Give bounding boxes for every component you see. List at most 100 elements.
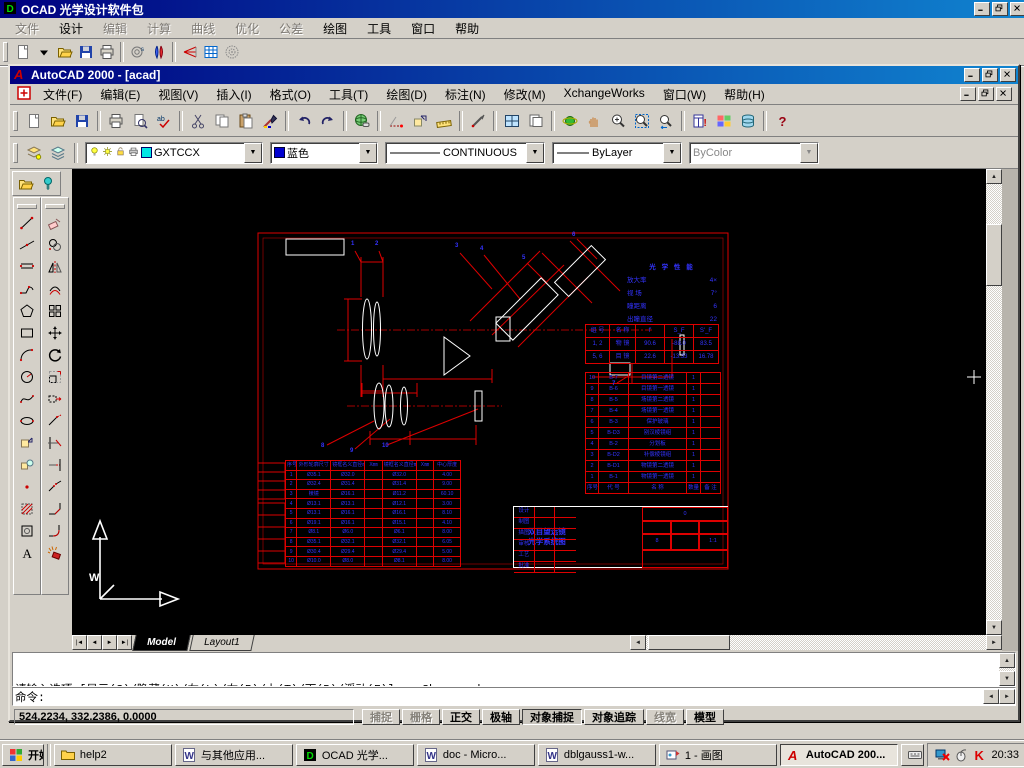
ocad-menu-item[interactable]: 优化	[226, 18, 268, 39]
lineweight-dropdown-arrow[interactable]: ▼	[663, 143, 681, 163]
xline-button[interactable]	[16, 234, 38, 256]
zoomprev-button[interactable]	[654, 109, 678, 133]
open-button[interactable]	[54, 42, 75, 63]
ocad-menu-item[interactable]: 帮助	[446, 18, 488, 39]
insert-block-button[interactable]	[16, 432, 38, 454]
fillet-button[interactable]	[44, 520, 66, 542]
ocad-menu-item[interactable]: 工具	[358, 18, 400, 39]
ocad-close-button[interactable]	[1010, 2, 1024, 16]
tab-last-button[interactable]: ►|	[117, 635, 132, 650]
ocad-restore-button[interactable]	[992, 2, 1008, 16]
mline-button[interactable]	[16, 256, 38, 278]
paste-button[interactable]	[234, 109, 258, 133]
vertical-scroll-thumb[interactable]	[986, 224, 1002, 286]
acad-menu-item[interactable]: 帮助(H)	[715, 84, 774, 105]
doc-minimize-button[interactable]	[960, 87, 976, 101]
status-toggle-8[interactable]: 模型	[686, 709, 724, 725]
ocad-menu-item[interactable]: 绘图	[314, 18, 356, 39]
acad-menu-item[interactable]: 格式(O)	[261, 84, 320, 105]
print-button[interactable]	[96, 42, 117, 63]
text-button[interactable]: A	[16, 542, 38, 564]
ucs-tool-button[interactable]	[466, 109, 490, 133]
polygon-button[interactable]	[16, 300, 38, 322]
lengthen-button[interactable]	[44, 410, 66, 432]
acad-menu-item[interactable]: 标注(N)	[436, 84, 495, 105]
ocad-menu-item[interactable]: 编辑	[94, 18, 136, 39]
circle-button[interactable]	[16, 366, 38, 388]
open-button[interactable]	[46, 109, 70, 133]
toolbar-grip[interactable]	[3, 42, 8, 62]
props-button[interactable]: !	[688, 109, 712, 133]
offset-button[interactable]	[44, 278, 66, 300]
new-button[interactable]	[12, 42, 33, 63]
array-button[interactable]	[44, 300, 66, 322]
extend-button[interactable]	[44, 454, 66, 476]
link-button[interactable]	[350, 109, 374, 133]
horizontal-scroll-track[interactable]	[646, 635, 986, 650]
ocad-menu-item[interactable]: 窗口	[402, 18, 444, 39]
hatch-button[interactable]	[16, 498, 38, 520]
erase-button[interactable]	[44, 212, 66, 234]
copy-button[interactable]	[210, 109, 234, 133]
stretch-button[interactable]	[44, 388, 66, 410]
command-hscrollbar[interactable]: ◄ ►	[983, 689, 1015, 704]
taskbar-task--[interactable]: W与其他应用...	[175, 744, 293, 766]
spot-diagram-button[interactable]	[221, 42, 242, 63]
taskbar-task-autocad-200-[interactable]: AAutoCAD 200...	[780, 744, 898, 766]
move-button[interactable]	[44, 322, 66, 344]
make-block-button[interactable]	[16, 454, 38, 476]
acad-menu-item[interactable]: XchangeWorks	[555, 84, 654, 105]
taskbar-task-dblgauss1-w-[interactable]: Wdblgauss1-w...	[538, 744, 656, 766]
status-toggle-6[interactable]: 对象追踪	[584, 709, 644, 725]
status-toggle-2[interactable]: 栅格	[402, 709, 440, 725]
caret-button[interactable]	[33, 42, 54, 63]
taskbar-task-1-[interactable]: 1 - 画图	[659, 744, 777, 766]
command-scroll-left[interactable]: ◄	[983, 689, 999, 704]
ellipse-button[interactable]	[16, 410, 38, 432]
antivirus-icon[interactable]: K	[972, 747, 988, 763]
print-button[interactable]	[104, 109, 128, 133]
open-button[interactable]	[15, 173, 36, 194]
status-toggle-5[interactable]: 对象捕捉	[522, 709, 582, 725]
explode-button[interactable]	[44, 542, 66, 564]
status-toggle-7[interactable]: 线宽	[646, 709, 684, 725]
start-button[interactable]: 开始	[2, 744, 44, 766]
network-status-icon[interactable]	[934, 747, 950, 763]
drawing-canvas[interactable]: W 光 学 性 能 放大率4×视 场7°瞳距离6出瞳直径22	[72, 169, 986, 635]
chamfer-button[interactable]	[44, 498, 66, 520]
copy-object-button[interactable]	[44, 234, 66, 256]
rotate-button[interactable]	[44, 344, 66, 366]
dist-button[interactable]	[384, 109, 408, 133]
snapfrom-button[interactable]	[408, 109, 432, 133]
color-dropdown[interactable]: 蓝色 ▼	[270, 142, 378, 164]
tab-prev-button[interactable]: ◄	[87, 635, 102, 650]
vertical-scrollbar[interactable]: ▲ ▼	[986, 169, 1002, 635]
input-method-button[interactable]	[901, 744, 925, 766]
doc-close-button[interactable]	[996, 87, 1012, 101]
tab-next-button[interactable]: ►	[102, 635, 117, 650]
mirror-button[interactable]	[44, 256, 66, 278]
dbconnect-button[interactable]	[736, 109, 760, 133]
toolbar-grip[interactable]	[13, 111, 18, 131]
acad-menu-item[interactable]: 工具(T)	[320, 84, 377, 105]
scale-button[interactable]	[44, 366, 66, 388]
trim-button[interactable]	[44, 432, 66, 454]
scroll-down-button[interactable]: ▼	[986, 620, 1002, 635]
spell-button[interactable]: ab	[152, 109, 176, 133]
horizontal-scrollbar[interactable]: ◄ ►	[630, 635, 1002, 650]
region-button[interactable]	[16, 520, 38, 542]
save-button[interactable]	[75, 42, 96, 63]
tab-model[interactable]: Model	[132, 635, 190, 651]
ocad-menu-item[interactable]: 曲线	[182, 18, 224, 39]
undo-button[interactable]	[292, 109, 316, 133]
adcenter-button[interactable]	[712, 109, 736, 133]
layer-current-button[interactable]	[22, 141, 46, 165]
acad-menu-item[interactable]: 视图(V)	[149, 84, 207, 105]
command-scroll-down[interactable]: ▼	[999, 671, 1015, 686]
save-button[interactable]	[70, 109, 94, 133]
lineweight-dropdown[interactable]: ByLayer ▼	[552, 142, 682, 164]
scroll-right-button[interactable]: ►	[986, 635, 1002, 650]
scroll-left-button[interactable]: ◄	[630, 635, 646, 650]
vertical-scroll-track[interactable]	[986, 184, 1002, 620]
new-button[interactable]	[22, 109, 46, 133]
